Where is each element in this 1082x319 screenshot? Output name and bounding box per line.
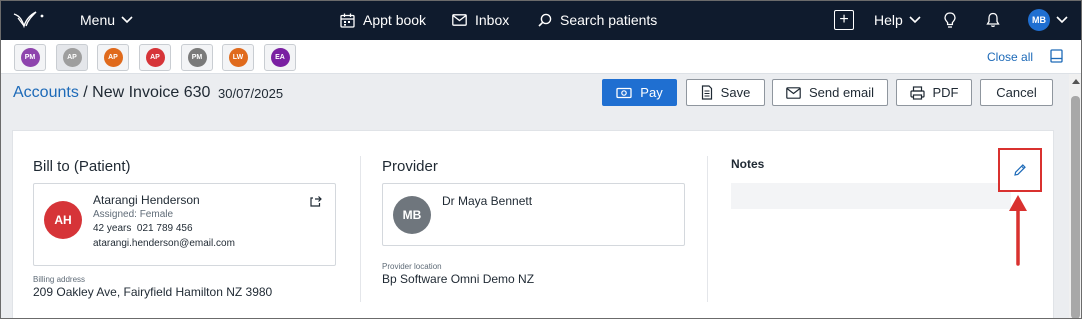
- search-patients-button[interactable]: Search patients: [538, 0, 657, 40]
- user-menu-button[interactable]: MB: [1028, 0, 1068, 40]
- send-email-button[interactable]: Send email: [772, 79, 888, 106]
- patient-avatar: AH: [44, 201, 82, 239]
- calendar-icon: [340, 13, 355, 28]
- inbox-label: Inbox: [475, 12, 510, 28]
- invoice-header: Accounts / New Invoice 630 30/07/2025 Pa…: [0, 74, 1068, 116]
- patient-name: Atarangi Henderson: [93, 193, 200, 207]
- appt-book-button[interactable]: Appt book: [340, 0, 426, 40]
- mail-icon: [452, 14, 467, 26]
- invoice-date: 30/07/2025: [218, 86, 284, 101]
- patient-tab[interactable]: AP: [97, 44, 129, 71]
- lightbulb-icon[interactable]: [944, 0, 956, 40]
- invoice-details-card: Bill to (Patient) AH Atarangi Henderson …: [12, 130, 1054, 319]
- provider-title: Provider: [382, 158, 438, 175]
- patient-tab-avatar: AP: [103, 48, 123, 67]
- patient-card[interactable]: AH Atarangi Henderson Assigned: Female 4…: [33, 183, 336, 266]
- breadcrumb: Accounts / New Invoice 630: [13, 84, 210, 102]
- patient-tab-avatar: EA: [270, 48, 290, 67]
- cancel-label: Cancel: [996, 85, 1037, 100]
- notes-title: Notes: [731, 157, 765, 171]
- breadcrumb-accounts-link[interactable]: Accounts: [13, 84, 79, 101]
- document-icon: [701, 85, 712, 100]
- appt-book-label: Appt book: [363, 12, 427, 28]
- logo-icon[interactable]: [12, 0, 46, 40]
- printer-icon: [909, 85, 925, 100]
- bill-to-title: Bill to (Patient): [33, 158, 131, 175]
- patient-tab[interactable]: EA: [264, 44, 296, 71]
- help-menu-button[interactable]: Help: [874, 0, 921, 40]
- notes-field[interactable]: [731, 183, 1011, 209]
- pdf-label: PDF: [932, 85, 959, 100]
- patient-tab-avatar: PM: [20, 48, 40, 67]
- cancel-button[interactable]: Cancel: [980, 79, 1053, 106]
- scroll-up-arrow-icon[interactable]: [1072, 79, 1080, 84]
- patient-tab[interactable]: LW: [222, 44, 254, 71]
- save-label: Save: [720, 85, 751, 100]
- close-all-link[interactable]: Close all: [987, 50, 1033, 64]
- patient-assigned-sex: Assigned: Female: [93, 209, 174, 220]
- patient-age-phone: 42 years 021 789 456: [93, 223, 193, 234]
- add-button[interactable]: +: [834, 0, 854, 40]
- provider-location: Bp Software Omni Demo NZ: [382, 272, 535, 286]
- provider-location-label: Provider location: [382, 262, 442, 271]
- billing-address-label: Billing address: [33, 275, 86, 284]
- open-external-icon[interactable]: [310, 195, 323, 207]
- search-patients-label: Search patients: [560, 12, 658, 28]
- column-divider: [360, 156, 361, 302]
- send-email-label: Send email: [808, 85, 875, 100]
- billing-address: 209 Oakley Ave, Fairyfield Hamilton NZ 3…: [33, 285, 273, 299]
- help-label: Help: [874, 12, 903, 28]
- vertical-scrollbar[interactable]: [1069, 74, 1082, 319]
- patient-tab[interactable]: PM: [181, 44, 213, 71]
- pdf-button[interactable]: PDF: [896, 79, 972, 106]
- pencil-icon: [1014, 164, 1026, 176]
- menu-button[interactable]: Menu: [80, 0, 133, 40]
- inbox-button[interactable]: Inbox: [452, 0, 509, 40]
- save-button[interactable]: Save: [686, 79, 765, 106]
- chevron-down-icon: [1056, 16, 1068, 24]
- provider-card[interactable]: MB Dr Maya Bennett: [382, 183, 685, 246]
- column-divider: [707, 156, 708, 302]
- provider-name: Dr Maya Bennett: [442, 194, 533, 208]
- panel-icon[interactable]: [1050, 49, 1063, 63]
- patient-tab-avatar: LW: [228, 48, 248, 67]
- user-avatar: MB: [1028, 9, 1050, 31]
- patient-tab-avatar: PM: [187, 48, 207, 67]
- provider-avatar: MB: [393, 196, 431, 234]
- pay-button[interactable]: Pay: [602, 79, 677, 106]
- page-title: New Invoice 630: [92, 84, 211, 101]
- chevron-down-icon: [909, 16, 921, 24]
- patient-tab-avatar: AP: [145, 48, 165, 67]
- top-navigation-bar: Menu Appt book Inbox Search patients + H…: [0, 0, 1082, 40]
- mail-icon: [786, 86, 801, 99]
- annotation-arrow-icon: [1009, 195, 1027, 266]
- patient-phone: 021 789 456: [136, 223, 193, 234]
- menu-label: Menu: [80, 12, 116, 28]
- patient-tab[interactable]: AP: [139, 44, 171, 71]
- patient-tab[interactable]: PM: [14, 44, 46, 71]
- scrollbar-thumb[interactable]: [1071, 96, 1080, 319]
- open-patient-tabs-bar: PM AP AP AP PM LW EA Close all: [0, 40, 1082, 74]
- chevron-down-icon: [121, 16, 133, 24]
- edit-notes-button[interactable]: [998, 148, 1042, 192]
- patient-age: 42 years: [93, 223, 132, 234]
- notifications-bell-icon[interactable]: [986, 0, 1000, 40]
- plus-icon: +: [834, 10, 854, 30]
- pay-label: Pay: [640, 85, 663, 100]
- breadcrumb-separator: /: [78, 84, 93, 101]
- patient-tab-avatar: AP: [62, 48, 82, 67]
- search-icon: [538, 13, 552, 27]
- patient-email: atarangi.henderson@email.com: [93, 238, 235, 249]
- patient-tab[interactable]: AP: [56, 44, 88, 71]
- cash-icon: [616, 87, 632, 98]
